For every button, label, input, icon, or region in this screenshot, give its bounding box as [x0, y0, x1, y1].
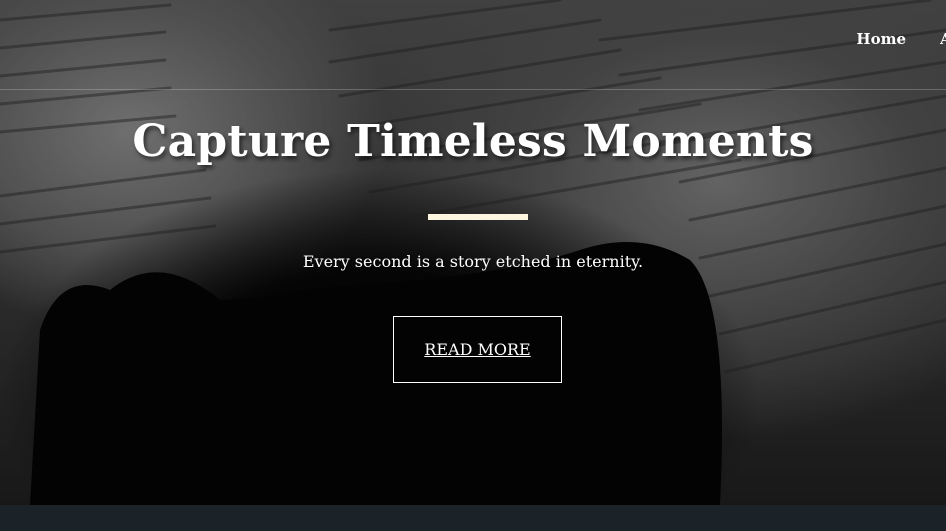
- main-navigation: Home A: [856, 30, 946, 50]
- title-accent-bar: [428, 214, 528, 220]
- hero-subtitle: Every second is a story etched in eterni…: [302, 252, 644, 271]
- page-footer-strip: [0, 505, 946, 531]
- hero-title: Capture Timeless Moments: [132, 116, 814, 167]
- header-divider: [0, 89, 946, 90]
- nav-item-home[interactable]: Home: [856, 30, 906, 50]
- nav-item-clipped[interactable]: A: [940, 30, 946, 50]
- read-more-button[interactable]: READ MORE: [393, 316, 562, 383]
